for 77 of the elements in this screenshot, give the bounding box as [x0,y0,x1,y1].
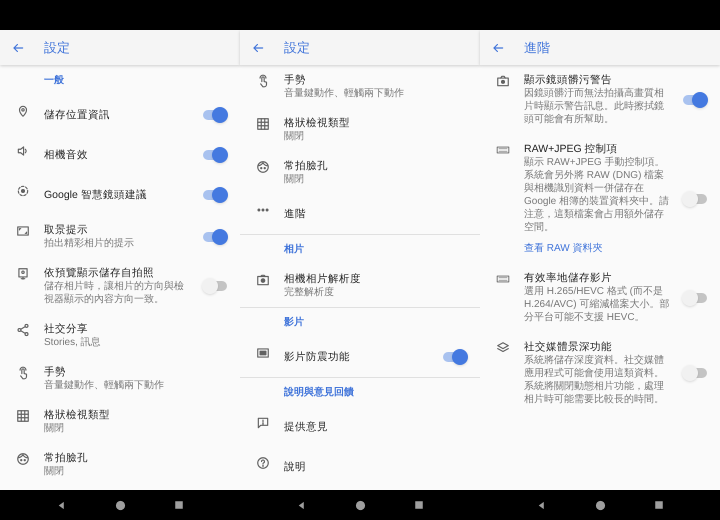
pin-icon [16,104,30,118]
toggle-switch[interactable] [202,107,228,123]
toggle-switch[interactable] [682,365,708,381]
setting-description: 選用 H.265/HEVC 格式 (而不是 H.264/AVC) 可縮減檔案大小。部分平台可能不支援 HEVC。 [524,285,670,324]
grid-icon [16,409,30,423]
recents-square-icon [654,500,664,510]
setting-description: 完整解析度 [284,286,335,299]
setting-title[interactable]: 依預覽顯示儲存自拍照 [44,266,190,280]
toggle-switch[interactable] [682,190,708,206]
setting-title[interactable]: 說明 [284,460,468,474]
raw-folder-link[interactable]: 查看 RAW 資料夾 [524,242,603,255]
share-icon [16,323,30,337]
recents-square-icon [174,500,184,510]
screen-title: 進階 [524,38,550,57]
setting-title[interactable]: 常拍臉孔 [44,451,228,465]
setting-title[interactable]: 顯示鏡頭髒污警告 [524,73,670,87]
toggle-switch[interactable] [682,92,708,108]
face-icon [16,452,30,466]
home-circle-icon [355,500,366,510]
setting-description: Stories, 訊息 [44,336,102,349]
setting-description: 因鏡頭髒汙而無法拍攝高畫質相片時顯示警告訊息。此時擦拭鏡頭可能會有所幫助。 [524,87,665,126]
toggle-switch[interactable] [202,278,228,294]
section-header: 影片 [284,316,304,330]
recents-square-icon [414,500,424,510]
lens-icon [16,184,30,198]
setting-description: 關閉 [44,422,65,435]
camera-icon [256,273,270,287]
back-triangle-icon [56,500,67,510]
toggle-switch[interactable] [682,290,708,306]
toggle-switch[interactable] [202,147,228,163]
setting-description: 顯示 RAW+JPEG 手動控制項。系統會另外將 RAW (DNG) 檔案與相機識別資料一併儲存在 Google 相簿的裝置資料夾中。請注意，這類檔案會占用額外儲存空間。 [524,156,670,234]
toggle-switch[interactable] [202,187,228,203]
screen-title: 設定 [44,38,70,57]
setting-title[interactable]: 常拍臉孔 [284,159,468,173]
face-icon [256,160,270,174]
setting-description: 關閉 [284,173,305,186]
setting-title[interactable]: 影片防震功能 [284,350,430,364]
lens-warning-icon [496,74,510,88]
setting-description: 音量鍵動作、輕觸兩下動作 [284,87,405,100]
back-triangle-icon [536,500,547,510]
setting-description: 音量鍵動作、輕觸兩下動作 [44,379,165,392]
section-header: 相片 [284,242,304,257]
setting-title[interactable]: 取景提示 [44,223,190,237]
setting-title[interactable]: 格狀檢視類型 [284,116,468,130]
setting-description: 拍出精彩相片的提示 [44,237,135,250]
setting-title[interactable]: 相機相片解析度 [284,272,468,286]
toggle-switch[interactable] [442,349,468,365]
layers-icon [496,341,510,355]
setting-description: 儲存相片時，讓相片的方向與檢視器顯示的內容方向一致。 [44,280,185,306]
selfie-frame-icon [16,267,30,281]
setting-title[interactable]: 進階 [284,207,468,221]
setting-title[interactable]: 社交媒體景深功能 [524,340,670,354]
setting-description: 關閉 [284,130,305,143]
toggle-switch[interactable] [202,228,228,244]
setting-description: 系統將儲存深度資料。社交媒體應用程式可能會使用這類資料。系統將關閉動態相片功能，處理相片時可能需要比較長的時間。 [524,354,665,406]
frame-icon [16,224,30,238]
back-triangle-icon [296,500,307,510]
section-header: 一般 [44,74,64,88]
setting-title[interactable]: 手勢 [44,365,228,379]
help-icon [256,456,270,470]
setting-title[interactable]: Google 智慧鏡頭建議 [44,188,190,202]
screen-title: 設定 [284,38,310,57]
setting-title[interactable]: RAW+JPEG 控制項 [524,142,670,156]
setting-title[interactable]: 手勢 [284,73,468,87]
setting-title[interactable]: 相機音效 [44,148,190,162]
home-circle-icon [595,500,606,510]
setting-title[interactable]: 提供意見 [284,420,468,434]
setting-title[interactable]: 有效率地儲存影片 [524,271,670,285]
setting-title[interactable]: 儲存位置資訊 [44,108,190,122]
grid-icon [256,117,270,131]
home-circle-icon [115,500,126,510]
setting-title[interactable]: 格狀檢視類型 [44,408,228,422]
setting-description: 關閉 [44,465,65,478]
feedback-icon [256,416,270,430]
setting-title[interactable]: 社交分享 [44,322,228,336]
video-frame-icon [256,346,270,360]
section-header: 說明與意見回饋 [284,386,354,400]
